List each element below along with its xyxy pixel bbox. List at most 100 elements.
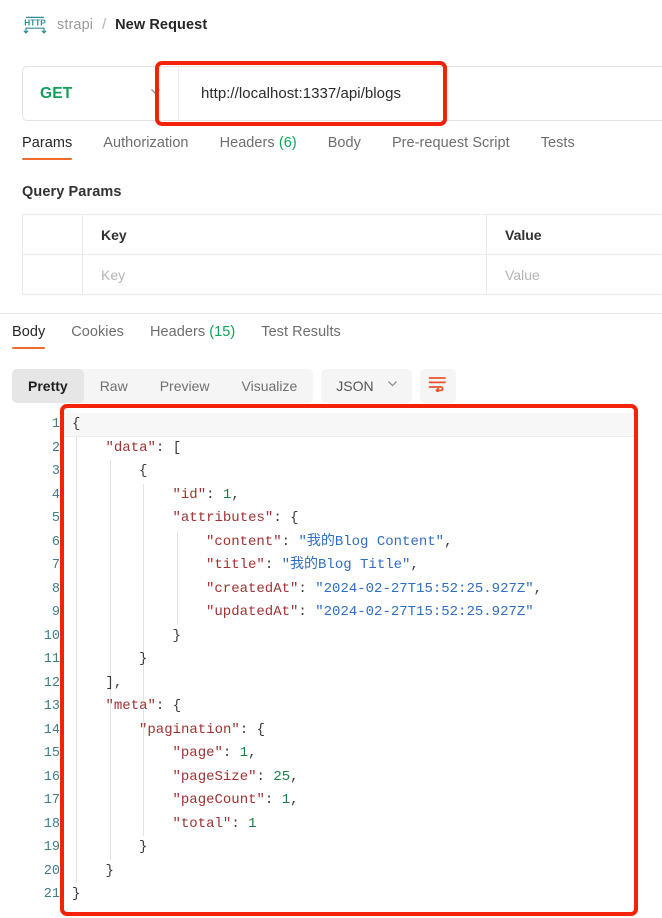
- breadcrumb-collection[interactable]: strapi: [57, 17, 93, 33]
- json-code-line: "data": [: [64, 437, 634, 461]
- json-code-line: "content": "我的Blog Content",: [64, 531, 634, 555]
- json-token-pun: :: [256, 768, 274, 785]
- http-protocol-icon: HTTP: [22, 14, 48, 36]
- http-method-selector[interactable]: GET: [23, 67, 178, 120]
- response-tab-body[interactable]: Body: [12, 324, 46, 349]
- json-code-line: }: [64, 860, 634, 884]
- json-line-number: 3: [51, 464, 60, 479]
- json-token-num: 1: [239, 745, 249, 761]
- json-token-pun: }: [72, 886, 81, 902]
- json-token-num: 25: [273, 768, 291, 785]
- row-checkbox-cell[interactable]: [23, 255, 83, 294]
- breadcrumb-separator: /: [102, 17, 107, 33]
- json-token-pun: }: [139, 651, 148, 667]
- json-line-number: 10: [43, 628, 60, 644]
- json-code-line: ],: [64, 672, 634, 696]
- json-code-line: "pagination": {: [64, 719, 634, 743]
- json-token-pun: :: [264, 557, 282, 573]
- column-header-value: Value: [505, 226, 542, 243]
- view-mode-preview[interactable]: Preview: [144, 369, 226, 403]
- json-token-pun: :: [231, 815, 249, 832]
- json-line-number: 11: [43, 652, 60, 667]
- json-response-viewer[interactable]: {"data": [{"id": 1, "attributes": {"conte…: [64, 413, 634, 908]
- header-checkbox-cell: [23, 215, 83, 254]
- json-token-pun: ,: [231, 486, 240, 503]
- json-line-number: 7: [51, 558, 60, 573]
- tab-body[interactable]: Body: [328, 135, 361, 160]
- json-line-number: 12: [43, 675, 60, 691]
- json-token-pun: }: [172, 627, 181, 644]
- json-token-pun: ,: [533, 580, 543, 597]
- word-wrap-toggle-button[interactable]: [419, 369, 456, 403]
- row-value-input[interactable]: Value: [487, 255, 662, 294]
- http-method-label: GET: [40, 84, 73, 102]
- json-token-str: "2024-02-27T15:52:25.927Z": [315, 580, 534, 597]
- json-code-line: "updatedAt": "2024-02-27T15:52:25.927Z": [64, 601, 634, 625]
- json-token-key: "createdAt": [206, 580, 299, 597]
- response-tab-headers[interactable]: Headers (15): [150, 324, 235, 349]
- response-tab-bar: Body Cookies Headers (15) Test Results: [0, 324, 662, 358]
- view-mode-visualize-label: Visualize: [241, 378, 298, 394]
- response-tab-cookies[interactable]: Cookies: [71, 324, 124, 349]
- tab-authorization[interactable]: Authorization: [103, 135, 188, 160]
- response-language-selector[interactable]: JSON: [321, 369, 412, 403]
- json-line-number: 6: [51, 534, 60, 550]
- json-line-number-gutter: 1 2 3 4 5 6 7 8 9 10 11 12 13 14 15 16 17 18 19 20 21: [22, 413, 64, 908]
- json-line-number: 13: [43, 699, 60, 714]
- json-code-line: "page": 1,: [64, 742, 634, 766]
- tab-tests-label: Tests: [540, 135, 575, 151]
- json-line-number: 20: [43, 863, 60, 879]
- view-mode-pretty-label: Pretty: [28, 378, 68, 394]
- json-line-number: 1: [51, 417, 60, 432]
- tab-pre-request-script[interactable]: Pre-request Script: [392, 135, 510, 160]
- json-token-key: "content": [206, 533, 282, 550]
- json-code-line: "id": 1,: [64, 484, 634, 508]
- response-tab-test-results[interactable]: Test Results: [261, 324, 341, 349]
- json-line-number: 8: [51, 581, 60, 597]
- json-code-line: }: [64, 883, 634, 907]
- query-params-title: Query Params: [22, 184, 122, 200]
- response-tab-test-results-label: Test Results: [261, 324, 341, 340]
- json-token-key: "pageSize": [172, 768, 257, 785]
- json-code-line: }: [64, 648, 634, 672]
- breadcrumb-current-request: New Request: [115, 17, 208, 33]
- json-token-key: "data": [105, 439, 156, 456]
- json-token-num: 1: [281, 792, 291, 808]
- row-key-placeholder: Key: [101, 266, 126, 283]
- query-params-table: Key Value Key Value: [22, 214, 662, 295]
- svg-text:HTTP: HTTP: [24, 19, 46, 28]
- chevron-down-icon: [386, 377, 399, 395]
- row-key-input[interactable]: Key: [83, 255, 487, 294]
- tab-headers-label: Headers: [219, 135, 275, 151]
- json-token-pun: :: [298, 580, 316, 597]
- json-token-key: "id": [172, 486, 207, 503]
- json-token-key: "meta": [105, 698, 156, 714]
- json-token-key: "total": [172, 815, 232, 832]
- json-line-number: 16: [43, 769, 60, 785]
- view-mode-pretty[interactable]: Pretty: [12, 369, 84, 403]
- json-token-pun: :: [264, 792, 282, 808]
- table-row: Key Value: [23, 255, 662, 295]
- tab-tests[interactable]: Tests: [541, 135, 575, 160]
- json-token-pun: :: [281, 533, 299, 550]
- view-mode-visualize[interactable]: Visualize: [226, 369, 314, 403]
- json-token-pun: : [: [155, 439, 182, 456]
- response-tab-body-label: Body: [12, 324, 46, 340]
- request-url-bar: GET http://localhost:1337/api/blogs: [22, 66, 662, 121]
- tab-headers[interactable]: Headers (6): [220, 135, 297, 160]
- request-url-input[interactable]: http://localhost:1337/api/blogs: [178, 67, 662, 120]
- json-token-key: "pageCount": [172, 792, 265, 808]
- json-token-key: "pagination": [139, 721, 240, 738]
- tab-authorization-label: Authorization: [103, 135, 189, 151]
- json-code-line: "createdAt": "2024-02-27T15:52:25.927Z",: [64, 578, 634, 602]
- json-token-num: 1: [248, 815, 257, 832]
- json-code-line: "meta": {: [64, 695, 634, 719]
- json-line-number: 5: [51, 511, 60, 526]
- response-view-mode-group: Pretty Raw Preview Visualize: [12, 369, 314, 403]
- json-line-number: 14: [43, 722, 60, 738]
- view-mode-raw[interactable]: Raw: [84, 369, 144, 403]
- tab-params[interactable]: Params: [22, 135, 73, 160]
- json-token-str: "2024-02-27T15:52:25.927Z": [315, 604, 534, 620]
- response-tab-headers-count: (15): [209, 324, 236, 340]
- header-key-cell: Key: [83, 215, 487, 254]
